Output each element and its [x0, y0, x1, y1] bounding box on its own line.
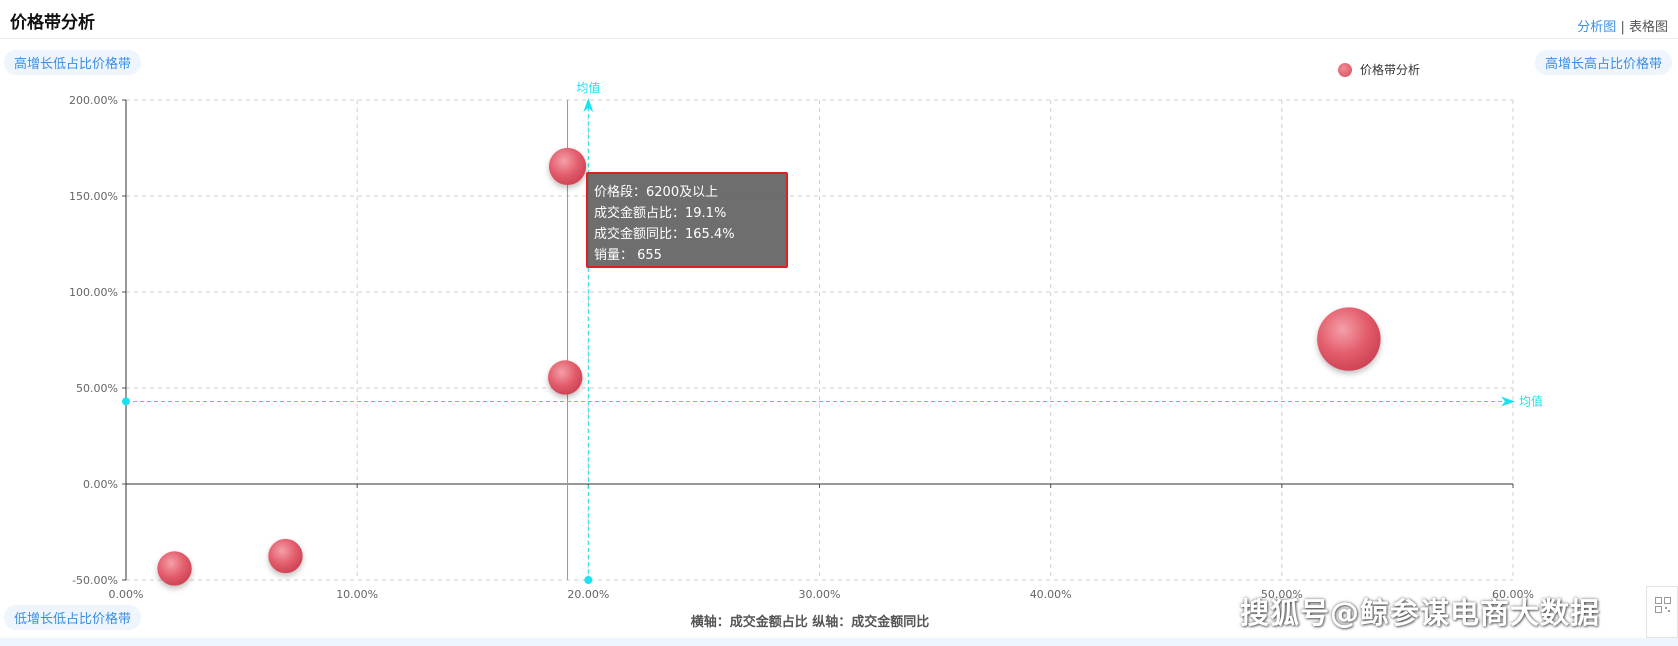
footer-band — [0, 638, 1678, 646]
tooltip-amount-yoy: 成交金额同比：165.4% — [594, 227, 735, 242]
tooltip-sales-volume: 销量： 655 — [594, 248, 662, 263]
watermark: 搜狐号@鲸参谋电商大数据 — [1240, 596, 1601, 630]
data-point[interactable] — [157, 551, 192, 586]
view-table-link[interactable]: 表格图 — [1629, 20, 1668, 35]
tooltip-amount-share: 成交金额占比：19.1% — [594, 206, 727, 221]
y-tick-label: 200.00% — [69, 94, 118, 107]
axis-layer: 0.00% 10.00% 20.00% 30.00% 40.00% 50.00% 60.00… — [69, 94, 1534, 601]
x-tick-label: 10.00% — [336, 588, 378, 601]
view-separator: | — [1620, 20, 1625, 35]
view-switch: 分析图 | 表格图 — [1577, 16, 1668, 35]
data-point[interactable] — [548, 147, 587, 186]
x-tick-label: 30.00% — [799, 588, 841, 601]
y-tick-label: 150.00% — [69, 190, 118, 203]
mean-x-label: 均值 — [576, 80, 600, 95]
scatter-chart: 0.00% 10.00% 20.00% 30.00% 40.00% 50.00% 60.00… — [69, 80, 1543, 630]
y-tick-label: 0.00% — [83, 478, 118, 491]
mean-x-start-dot — [584, 576, 593, 584]
tooltip-price-segment: 价格段：6200及以上 — [594, 185, 719, 200]
axis-caption: 横轴：成交金额占比 纵轴：成交金额同比 — [691, 614, 930, 630]
mean-y-label: 均值 — [1519, 393, 1543, 408]
data-point[interactable] — [1317, 307, 1381, 371]
page-title: 价格带分析 — [10, 13, 95, 33]
y-tick-label: -50.00% — [72, 574, 118, 587]
x-tick-label: 20.00% — [567, 588, 609, 601]
y-tick-label: 50.00% — [76, 382, 118, 395]
view-analysis-link[interactable]: 分析图 — [1577, 20, 1616, 35]
data-point[interactable] — [548, 360, 583, 395]
grid-layer — [126, 99, 1514, 581]
x-tick-label: 0.00% — [109, 588, 144, 601]
data-tooltip: 价格段：6200及以上 成交金额占比：19.1% 成交金额同比：165.4% 销… — [586, 172, 788, 268]
y-tick-label: 100.00% — [69, 286, 118, 299]
side-toolbar[interactable] — [1646, 586, 1678, 638]
qr-code-icon — [1655, 597, 1671, 613]
header: 价格带分析 分析图 | 表格图 — [0, 0, 1678, 39]
mean-y-start-dot — [122, 397, 130, 406]
data-point[interactable] — [268, 538, 303, 574]
x-tick-label: 40.00% — [1030, 588, 1072, 601]
